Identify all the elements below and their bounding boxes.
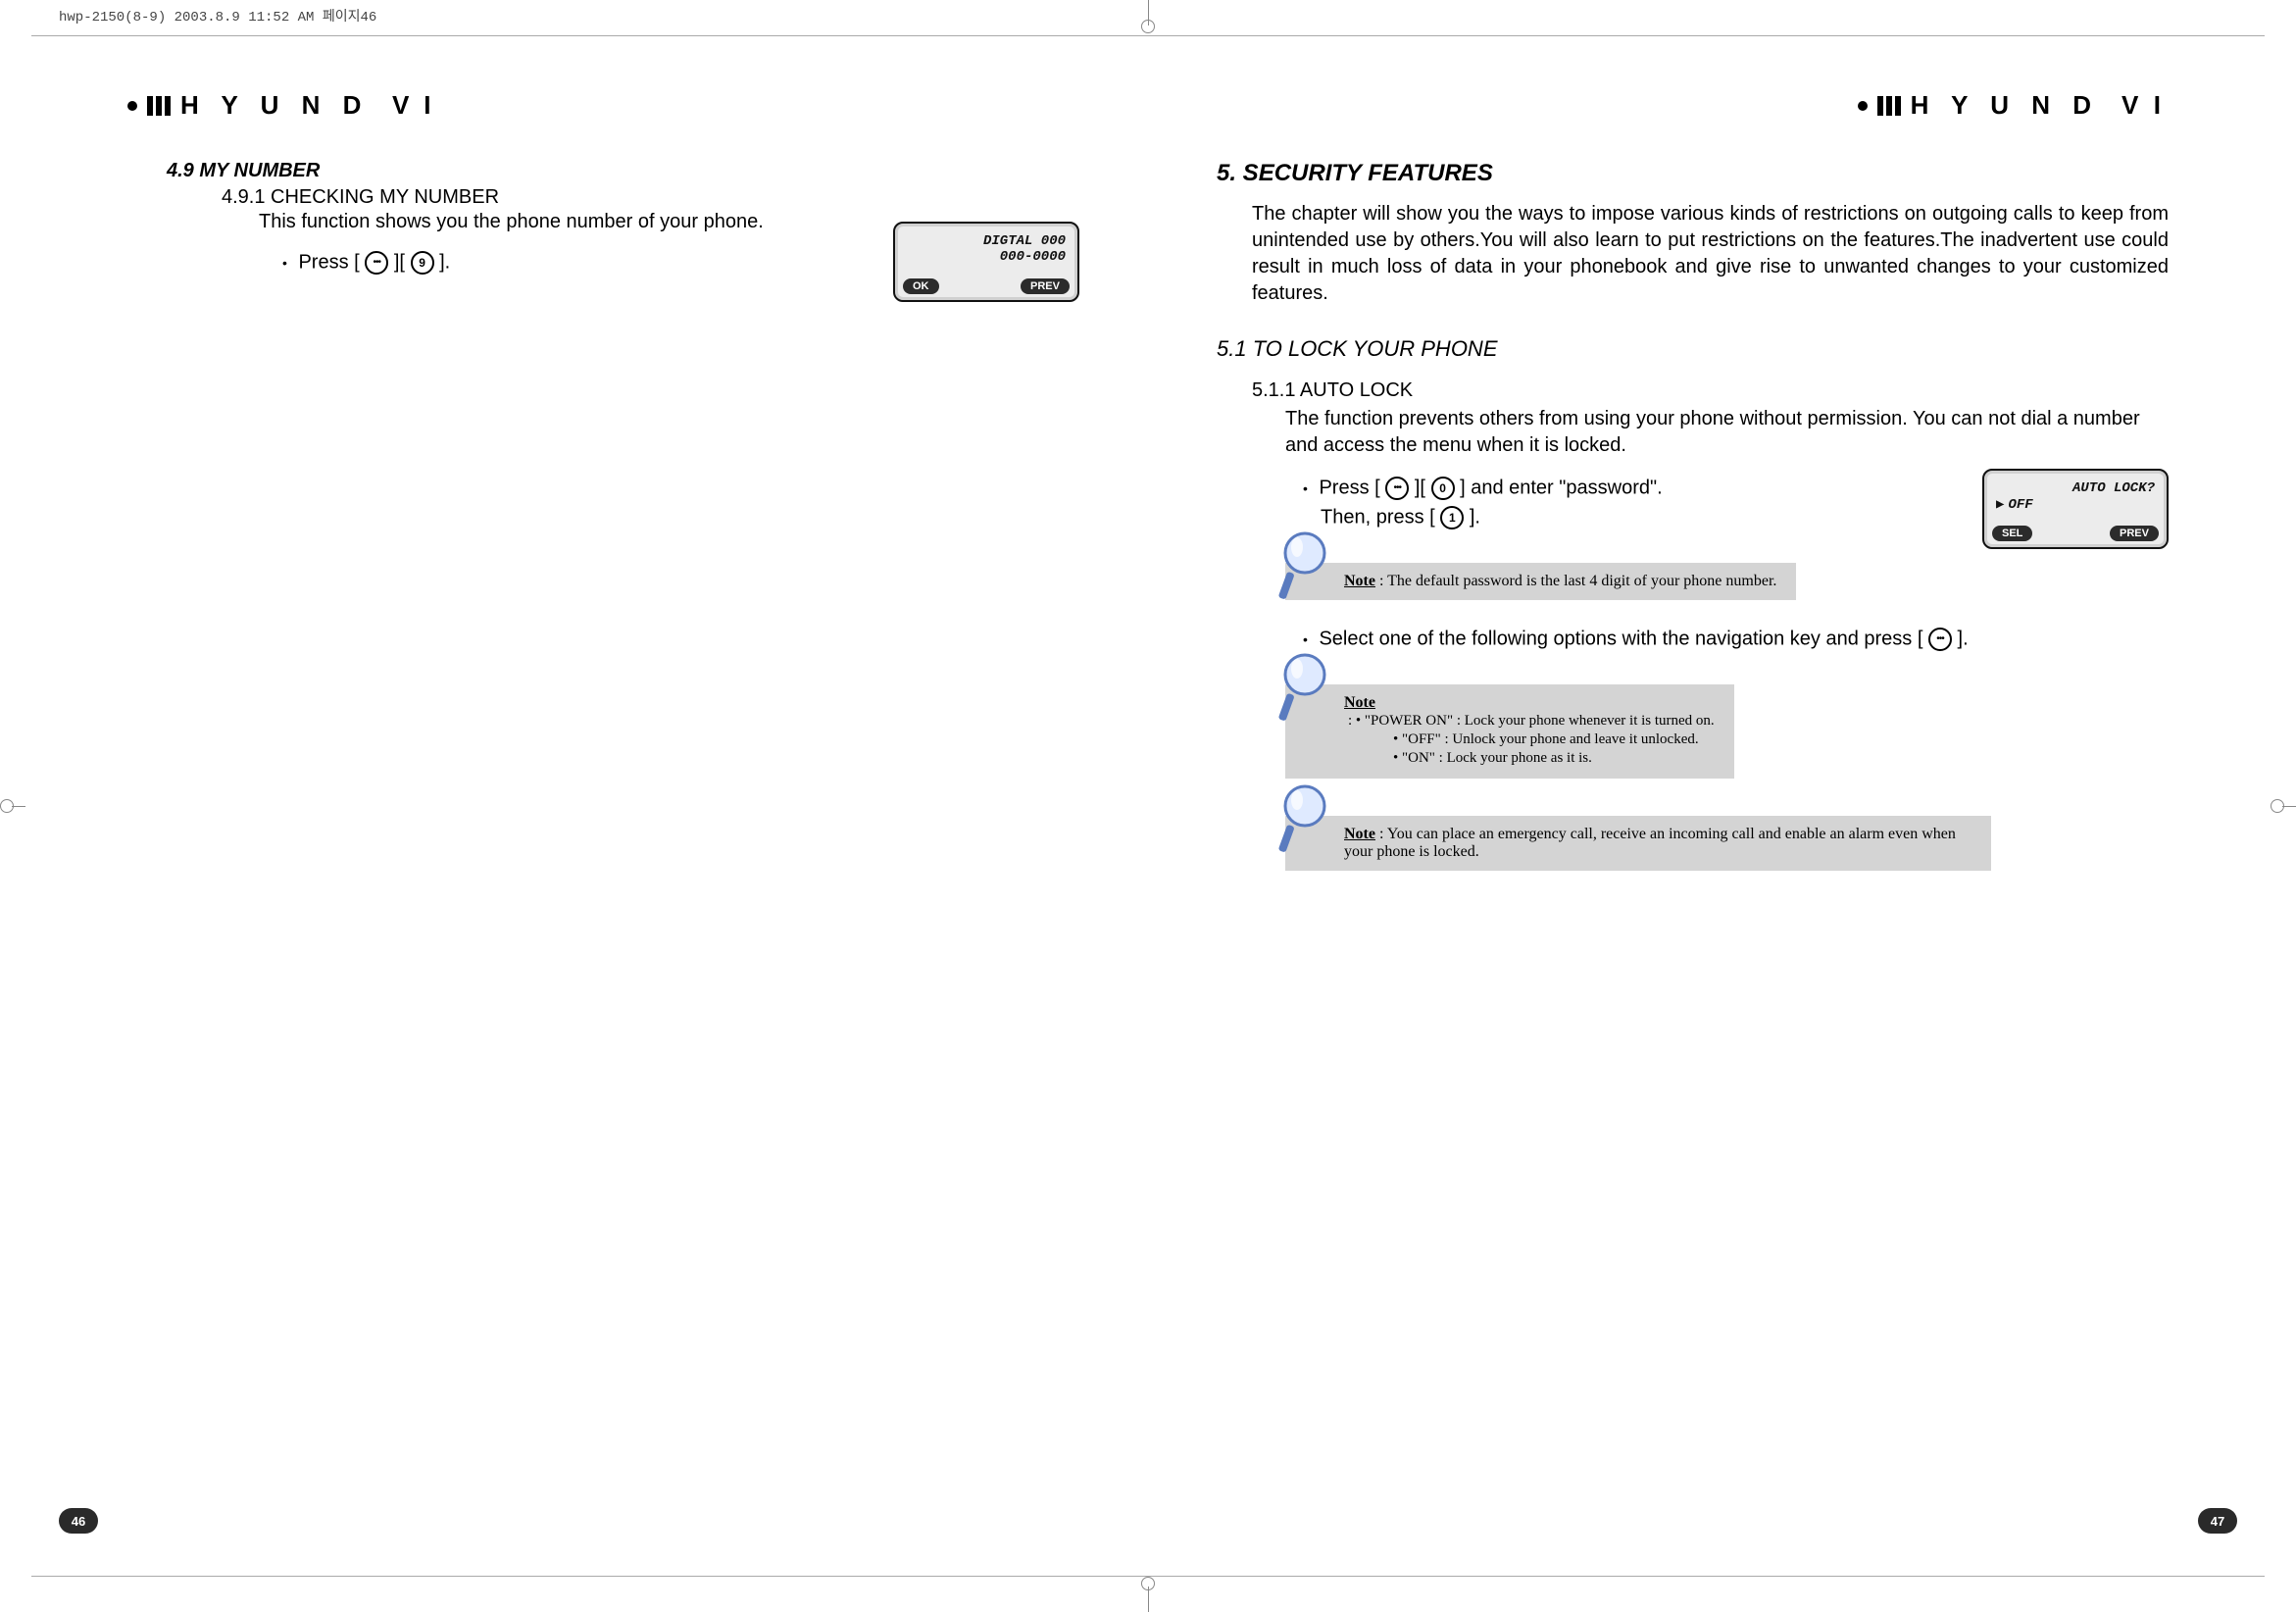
phone-line-2: OFF [2008, 497, 2032, 513]
phone-line-1: AUTO LOCK? [1996, 480, 2155, 496]
menu-key-icon [365, 251, 388, 275]
phone-screen-autolock: AUTO LOCK? ▶ OFF SEL PREV [1982, 469, 2169, 549]
key-9-icon: 9 [411, 251, 434, 275]
step1-prefix: Press [ [1319, 477, 1379, 498]
softkey-ok: OK [903, 278, 939, 294]
brand-logo-right: H Y U N D V I [1217, 90, 2169, 121]
page-number-right: 47 [2198, 1508, 2237, 1534]
logo-dot-icon [127, 101, 137, 111]
registration-mark-left [0, 799, 25, 813]
heading-4-9: 4.9 MY NUMBER [167, 160, 1079, 182]
print-header: hwp-2150(8-9) 2003.8.9 11:52 AM 페이지46 [59, 6, 376, 25]
softkey-prev: PREV [2110, 526, 2159, 541]
trim-line-top [31, 35, 2265, 36]
note-text: : You can place an emergency call, recei… [1344, 826, 1956, 860]
page-right: H Y U N D V I 5. SECURITY FEATURES The c… [1148, 78, 2237, 1534]
heading-5-1-1: 5.1.1 AUTO LOCK [1252, 379, 2169, 402]
softkey-sel: SEL [1992, 526, 2032, 541]
brand-name: H Y U N D V I [1911, 90, 2169, 121]
step2-prefix: Select one of the following options with… [1319, 628, 1922, 649]
note-label: Note [1344, 573, 1375, 589]
logo-badge-icon [147, 96, 171, 116]
step2-suffix: ]. [1958, 628, 1969, 649]
trim-line-bottom [31, 1576, 2265, 1577]
phone-line-2: 000-0000 [907, 249, 1066, 265]
step-bracket-end: ]. [439, 251, 450, 273]
softkey-prev: PREV [1021, 278, 1070, 294]
step-bracket-mid: ][ [394, 251, 405, 273]
heading-5: 5. SECURITY FEATURES [1217, 160, 2169, 187]
phone-line-1: DIGTAL 000 [907, 233, 1066, 249]
heading-5-1: 5.1 TO LOCK YOUR PHONE [1217, 336, 2169, 362]
page-left: H Y U N D V I 4.9 MY NUMBER 4.9.1 CHECKI… [59, 78, 1148, 1534]
note-text: : The default password is the last 4 dig… [1379, 573, 1776, 589]
note-lock-options: Note : • "POWER ON" : Lock your phone wh… [1285, 684, 1734, 779]
step-text-prefix: Press [ [298, 251, 359, 273]
brand-name: H Y U N D V I [180, 90, 438, 121]
key-1-icon: 1 [1440, 506, 1464, 529]
magnifier-icon [1275, 649, 1334, 732]
heading-4-9-1: 4.9.1 CHECKING MY NUMBER [222, 186, 1079, 209]
magnifier-icon [1275, 781, 1334, 864]
desc-5-1-1: The function prevents others from using … [1285, 406, 2169, 459]
note2-line-1: : • "POWER ON" : Lock your phone wheneve… [1348, 713, 1715, 729]
step1-mid: ][ [1415, 477, 1425, 498]
registration-mark-top [1141, 8, 1155, 33]
note-label: Note [1344, 826, 1375, 842]
step-select-option: • Select one of the following options wi… [1303, 628, 2169, 651]
phone-screen-mynumber: DIGTAL 000 000-0000 OK PREV [893, 222, 1079, 302]
note-default-password: Note : The default password is the last … [1285, 563, 1796, 600]
brand-logo-left: H Y U N D V I [127, 90, 1079, 121]
menu-key-icon [1928, 628, 1952, 651]
crop-mark-bottom [1148, 1587, 1149, 1612]
logo-dot-icon [1858, 101, 1868, 111]
note-label: Note [1344, 694, 1375, 711]
note2-line-3: • "ON" : Lock your phone as it is. [1393, 750, 1715, 767]
logo-badge-icon [1877, 96, 1901, 116]
menu-key-icon [1385, 477, 1409, 500]
step1b-prefix: Then, press [ [1321, 506, 1435, 528]
intro-5: The chapter will show you the ways to im… [1252, 201, 2169, 307]
registration-mark-right [2271, 799, 2296, 813]
step1b-suffix: ]. [1470, 506, 1480, 528]
step1-suffix: ] and enter "password". [1460, 477, 1663, 498]
page-number-left: 46 [59, 1508, 98, 1534]
note2-line-2: • "OFF" : Unlock your phone and leave it… [1393, 731, 1715, 748]
key-0-icon: 0 [1431, 477, 1455, 500]
note-emergency-call: Note : You can place an emergency call, … [1285, 816, 1991, 871]
magnifier-icon [1275, 528, 1334, 611]
selection-caret-icon: ▶ [1996, 496, 2004, 513]
